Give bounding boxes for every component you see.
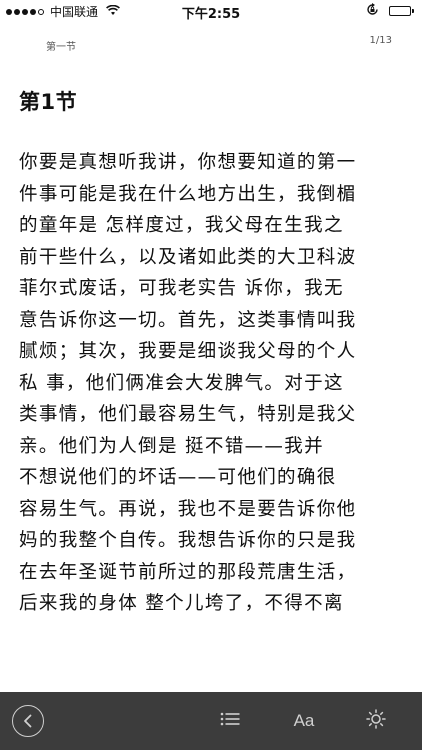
sun-icon — [366, 709, 386, 733]
font-settings-button[interactable]: Aa — [284, 692, 324, 750]
text-line: 不想说他们的坏话——可他们的确很 — [19, 467, 337, 488]
text-line: 意告诉你这一切。首先，这类事情叫我 — [19, 309, 357, 331]
battery-icon — [389, 6, 414, 16]
chevron-left-icon — [12, 705, 44, 737]
text-line: 腻烦；其次，我要是细谈我父母的个人 — [19, 341, 357, 362]
chapter-title: 第1节 — [19, 90, 78, 114]
text-line: 菲尔式废话，可我老实告 诉你，我无 — [19, 278, 344, 299]
back-button[interactable] — [10, 692, 46, 750]
chapter-name: 第一节 — [46, 42, 76, 53]
brightness-button[interactable] — [361, 692, 391, 750]
text-line: 在去年圣诞节前所过的那段荒唐生活， — [19, 561, 357, 583]
text-line: 的童年是 怎样度过，我父母在生我之 — [19, 215, 344, 236]
status-bar: 中国联通 下午2:55 — [0, 0, 422, 22]
table-of-contents-button[interactable] — [215, 692, 245, 750]
status-right — [366, 3, 414, 19]
text-line: 亲。他们为人倒是 挺不错——我并 — [19, 435, 324, 457]
reader-content: 第1节 你要是真想听我讲，你想要知道的第一 件事可能是我在什么地方出生，我倒楣 … — [19, 86, 409, 620]
text-line: 件事可能是我在什么地方出生，我倒楣 — [19, 183, 357, 205]
text-line: 后来我的身体 整个儿垮了，不得不离 — [19, 593, 344, 614]
text-line: 私 事，他们俩准会大发脾气。对于这 — [19, 372, 344, 394]
text-line: 你要是真想听我讲，你想要知道的第一 — [19, 152, 357, 173]
text-line: 前干些什么，以及诸如此类的大卫科波 — [19, 246, 357, 268]
rotation-lock-icon — [366, 3, 379, 19]
page-indicator: 1/13 — [369, 35, 392, 46]
bottom-toolbar: Aa — [0, 692, 422, 750]
list-icon — [220, 711, 240, 731]
text-line: 容易生气。再说，我也不是要告诉你他 — [19, 498, 357, 520]
text-line: 妈的我整个自传。我想告诉你的只是我 — [19, 530, 357, 551]
text-line: 类事情，他们最容易生气，特别是我父 — [19, 404, 357, 425]
status-time: 下午2:55 — [181, 7, 241, 22]
body-text: 你要是真想听我讲，你想要知道的第一 件事可能是我在什么地方出生，我倒楣 的童年是… — [19, 147, 409, 620]
